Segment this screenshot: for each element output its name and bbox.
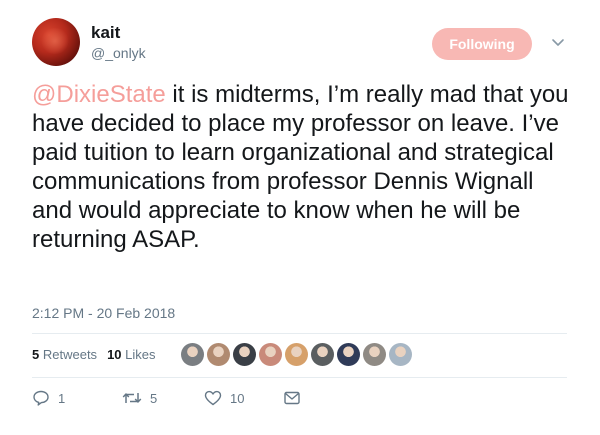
reply-count: 1 [58,390,66,406]
user-handle[interactable]: @_onlyk [91,45,146,61]
liker-avatar[interactable] [389,343,412,366]
likes-label: Likes [125,347,156,362]
liker-avatar[interactable] [233,343,256,366]
liker-avatar[interactable] [259,343,282,366]
retweet-icon [122,393,142,403]
mention-link[interactable]: @DixieState [32,81,166,108]
divider [32,333,567,334]
heart-icon [204,390,222,406]
retweet-action[interactable]: 5 [122,391,204,406]
display-name[interactable]: kait [91,23,120,43]
like-count: 10 [230,390,245,406]
reply-icon [33,390,49,406]
avatar[interactable] [32,18,80,66]
tweet-text: @DixieState it is midterms, I’m really m… [32,80,577,254]
reply-action[interactable]: 1 [32,390,122,406]
liker-avatar[interactable] [285,343,308,366]
chevron-down-icon[interactable] [551,38,565,48]
retweet-count: 5 [150,390,158,406]
like-action[interactable]: 10 [204,390,284,406]
following-button[interactable]: Following [432,28,532,60]
likes-count: 10 [107,347,122,362]
tweet-timestamp[interactable]: 2:12 PM - 20 Feb 2018 [32,305,175,321]
engagement-stats: 5 Retweets 10 Likes [32,347,156,362]
divider [32,377,567,378]
envelope-icon [284,391,300,405]
liker-avatar[interactable] [337,343,360,366]
liker-avatars [181,343,412,366]
liker-avatar[interactable] [363,343,386,366]
retweets-stat[interactable]: 5 Retweets [32,347,97,362]
liker-avatar[interactable] [181,343,204,366]
liker-avatar[interactable] [311,343,334,366]
retweets-count: 5 [32,347,40,362]
message-action[interactable] [284,391,300,405]
likes-stat[interactable]: 10 Likes [107,347,155,362]
liker-avatar[interactable] [207,343,230,366]
tweet-actions: 1 5 10 [32,390,300,406]
retweets-label: Retweets [42,347,98,362]
